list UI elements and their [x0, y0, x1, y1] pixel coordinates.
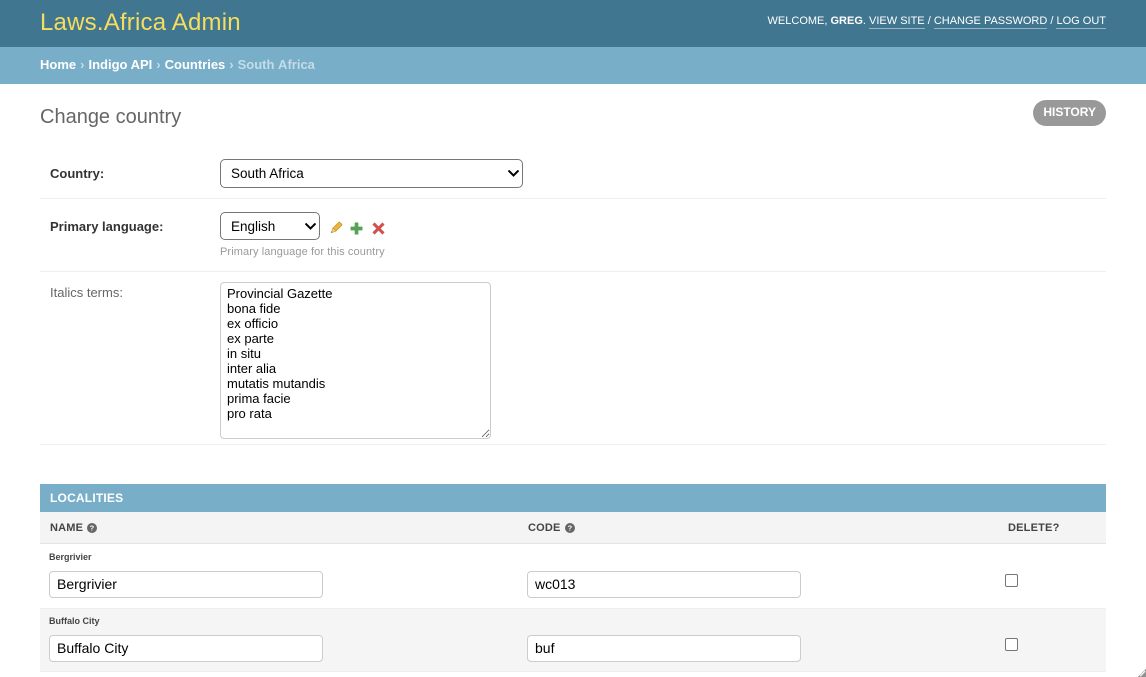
svg-text:?: ?: [90, 523, 95, 532]
svg-text:?: ?: [567, 523, 572, 532]
